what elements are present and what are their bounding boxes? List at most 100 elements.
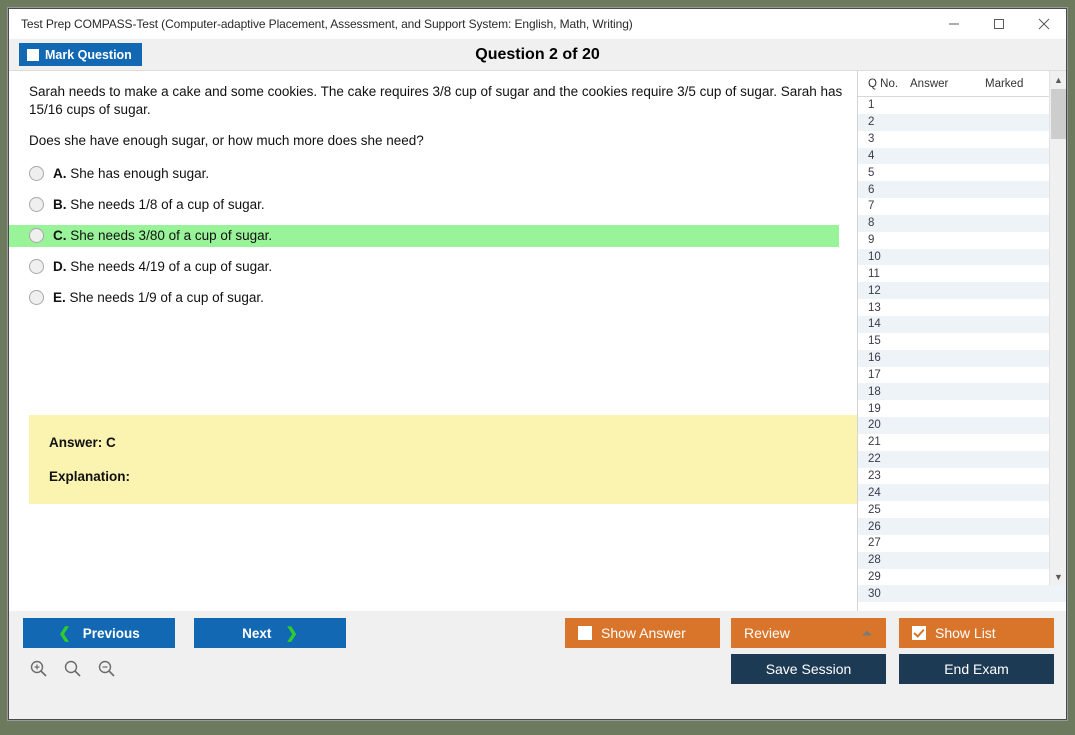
content-area: Sarah needs to make a cake and some cook… xyxy=(9,71,1066,611)
question-list-panel: Q No. Answer Marked 1 2 3 4 5 6 7 8 9 10 11 12 13 14 1… xyxy=(857,71,1066,611)
question-list-row[interactable]: 6 xyxy=(858,181,1066,199)
answer-option-label: B. She needs 1/8 of a cup of sugar. xyxy=(53,197,265,213)
review-dropdown[interactable]: Review xyxy=(731,618,886,648)
question-list-row[interactable]: 25 xyxy=(858,501,1066,518)
row-question-number: 23 xyxy=(868,469,881,482)
question-list-row[interactable]: 21 xyxy=(858,434,1066,451)
row-question-number: 15 xyxy=(868,335,881,348)
question-list-row[interactable]: 30 xyxy=(858,585,1066,603)
window-controls xyxy=(931,9,1066,39)
show-list-checkbox-icon xyxy=(912,626,926,640)
close-button[interactable] xyxy=(1021,9,1066,39)
question-list-row[interactable]: 29 xyxy=(858,569,1066,586)
answer-option-e[interactable]: E. She needs 1/9 of a cup of sugar. xyxy=(9,287,859,309)
radio-button-icon[interactable] xyxy=(29,259,44,275)
question-list-row[interactable]: 26 xyxy=(858,518,1066,535)
zoom-in-icon[interactable] xyxy=(29,659,49,684)
answer-option-label: E. She needs 1/9 of a cup of sugar. xyxy=(53,290,264,306)
question-list-rows[interactable]: 1 2 3 4 5 6 7 8 9 10 11 12 13 14 15 16 17 18 19 20 21 22 23 24 2… xyxy=(858,97,1066,611)
question-text: Sarah needs to make a cake and some cook… xyxy=(9,71,859,150)
page-title: Question 2 of 20 xyxy=(475,45,600,63)
question-list-row[interactable]: 7 xyxy=(858,198,1066,215)
question-list-row[interactable]: 3 xyxy=(858,131,1066,148)
question-list-row[interactable]: 17 xyxy=(858,367,1066,384)
question-list-row[interactable]: 23 xyxy=(858,468,1066,485)
question-list-row[interactable]: 11 xyxy=(858,265,1066,282)
question-list-row[interactable]: 4 xyxy=(858,147,1066,165)
zoom-out-icon[interactable] xyxy=(97,659,117,684)
question-list-row[interactable]: 28 xyxy=(858,551,1066,569)
show-answer-button[interactable]: Show Answer xyxy=(565,618,720,648)
answer-options-list: A. She has enough sugar. B. She needs 1/8… xyxy=(9,163,859,309)
question-list-row[interactable]: 20 xyxy=(858,417,1066,434)
question-list-row[interactable]: 27 xyxy=(858,535,1066,552)
answer-option-label: C. She needs 3/80 of a cup of sugar. xyxy=(53,228,273,244)
maximize-icon xyxy=(993,19,1004,29)
question-list-row[interactable]: 2 xyxy=(858,113,1066,131)
row-question-number: 28 xyxy=(868,554,881,567)
question-list-row[interactable]: 5 xyxy=(858,164,1066,181)
next-button[interactable]: Next ❯ xyxy=(194,618,346,648)
show-list-button[interactable]: Show List xyxy=(899,618,1054,648)
row-question-number: 21 xyxy=(868,436,881,449)
row-question-number: 6 xyxy=(868,183,875,196)
radio-button-icon[interactable] xyxy=(29,290,44,306)
question-list-row[interactable]: 12 xyxy=(858,282,1066,300)
row-question-number: 1 xyxy=(868,99,875,112)
desktop-background: Test Prep COMPASS-Test (Computer-adaptiv… xyxy=(0,0,1075,735)
mark-question-button[interactable]: Mark Question xyxy=(19,43,142,66)
end-exam-button[interactable]: End Exam xyxy=(899,654,1054,684)
question-header-bar: Mark Question Question 2 of 20 xyxy=(9,39,1066,71)
question-list-row[interactable]: 24 xyxy=(858,484,1066,502)
column-header-q-no: Q No. xyxy=(868,77,899,90)
answer-option-label: A. She has enough sugar. xyxy=(53,166,210,182)
row-question-number: 5 xyxy=(868,166,875,179)
scrollbar-thumb[interactable] xyxy=(1051,89,1066,139)
row-question-number: 13 xyxy=(868,301,881,314)
previous-button[interactable]: ❮ Previous xyxy=(23,618,175,648)
minimize-button[interactable] xyxy=(931,9,976,39)
review-dropdown-label: Review xyxy=(744,625,790,641)
question-list-scrollbar[interactable]: ▲ ▼ xyxy=(1049,71,1066,585)
row-question-number: 3 xyxy=(868,133,875,146)
chevron-right-icon: ❯ xyxy=(285,624,298,642)
scroll-up-icon[interactable]: ▲ xyxy=(1050,71,1067,88)
question-list-row[interactable]: 15 xyxy=(858,333,1066,350)
save-session-label: Save Session xyxy=(765,661,852,677)
next-button-label: Next xyxy=(242,625,272,641)
question-list-row[interactable]: 19 xyxy=(858,400,1066,417)
row-question-number: 27 xyxy=(868,537,881,550)
question-list-row[interactable]: 1 xyxy=(858,97,1066,114)
question-list-row[interactable]: 22 xyxy=(858,450,1066,468)
save-session-button[interactable]: Save Session xyxy=(731,654,886,684)
radio-button-icon[interactable] xyxy=(29,166,44,182)
application-window: Test Prep COMPASS-Test (Computer-adaptiv… xyxy=(8,8,1067,720)
chevron-left-icon: ❮ xyxy=(58,624,71,642)
question-list-row[interactable]: 18 xyxy=(858,383,1066,401)
row-question-number: 24 xyxy=(868,486,881,499)
chevron-up-icon xyxy=(862,630,872,636)
question-list-header: Q No. Answer Marked xyxy=(858,71,1066,97)
answer-option-b[interactable]: B. She needs 1/8 of a cup of sugar. xyxy=(9,194,859,216)
maximize-button[interactable] xyxy=(976,9,1021,39)
row-question-number: 29 xyxy=(868,571,881,584)
zoom-reset-icon[interactable] xyxy=(63,659,83,684)
question-list-row[interactable]: 9 xyxy=(858,232,1066,249)
row-question-number: 19 xyxy=(868,402,881,415)
question-list-row[interactable]: 14 xyxy=(858,315,1066,333)
answer-option-label: D. She needs 4/19 of a cup of sugar. xyxy=(53,259,273,275)
answer-option-c[interactable]: C. She needs 3/80 of a cup of sugar. xyxy=(9,224,839,247)
show-answer-checkbox-icon xyxy=(578,626,592,640)
scroll-down-icon[interactable]: ▼ xyxy=(1050,568,1067,585)
zoom-toolbar xyxy=(29,659,117,684)
answer-option-a[interactable]: A. She has enough sugar. xyxy=(9,163,859,185)
question-list-row[interactable]: 10 xyxy=(858,248,1066,266)
question-list-row[interactable]: 8 xyxy=(858,214,1066,232)
question-list-row[interactable]: 13 xyxy=(858,299,1066,316)
answer-option-d[interactable]: D. She needs 4/19 of a cup of sugar. xyxy=(9,256,859,278)
radio-button-icon[interactable] xyxy=(29,228,44,244)
question-list-row[interactable]: 16 xyxy=(858,349,1066,367)
minimize-icon xyxy=(948,23,959,25)
radio-button-icon[interactable] xyxy=(29,197,44,213)
answer-explanation-box: Answer: C Explanation: xyxy=(29,415,859,504)
